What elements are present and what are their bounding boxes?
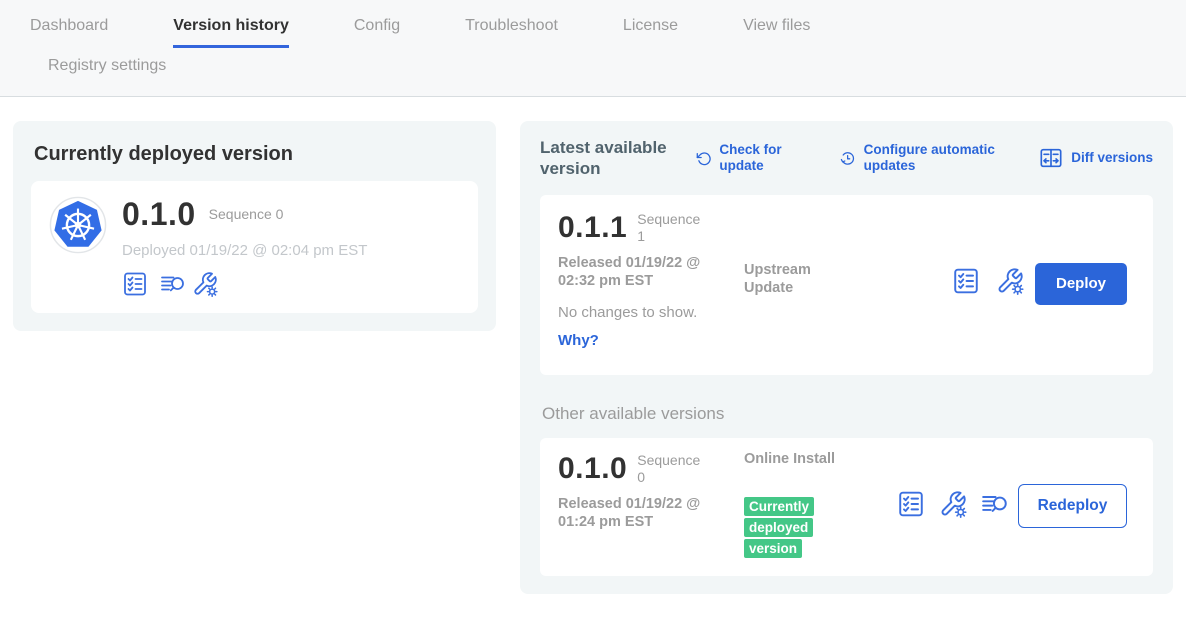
latest-card-actions: [952, 267, 1024, 295]
checklist-icon[interactable]: [122, 271, 148, 297]
panel-header: Latest available version Check for updat…: [540, 137, 1153, 180]
deployed-timestamp: Deployed 01/19/22 @ 02:04 pm EST: [122, 242, 367, 259]
tab-registry-settings[interactable]: Registry settings: [48, 57, 1186, 85]
tab-license[interactable]: License: [623, 17, 678, 48]
kubernetes-logo-icon: [49, 196, 107, 297]
latest-available-panel: Latest available version Check for updat…: [520, 121, 1173, 594]
deployed-version-info: 0.1.0 Sequence 0 Deployed 01/19/22 @ 02:…: [122, 196, 367, 297]
latest-released-timestamp: Released 01/19/22 @ 02:32 pm EST: [558, 254, 720, 292]
latest-version-card: 0.1.1 Sequence 1 Released 01/19/22 @ 02:…: [540, 195, 1153, 375]
diff-versions-link[interactable]: Diff versions: [1039, 146, 1153, 170]
nav-row-2: Registry settings: [30, 57, 1186, 85]
schedule-refresh-icon: [840, 148, 855, 169]
tab-view-files[interactable]: View files: [743, 17, 810, 48]
why-link[interactable]: Why?: [558, 332, 599, 349]
configure-automatic-updates-label: Configure automatic updates: [864, 142, 1000, 174]
panel-actions: Check for update Configure automatic upd…: [696, 142, 1153, 174]
diff-icon: [1039, 146, 1063, 170]
checklist-icon[interactable]: [952, 267, 980, 295]
deployed-version-number: 0.1.0: [122, 196, 196, 233]
checklist-icon[interactable]: [897, 490, 925, 518]
deployed-version-row: 0.1.0 Sequence 0 Deployed 01/19/22 @ 02:…: [31, 181, 478, 313]
install-type-label: Online Install: [744, 450, 836, 469]
tab-troubleshoot[interactable]: Troubleshoot: [465, 17, 558, 48]
view-logs-icon[interactable]: [160, 271, 186, 297]
configure-automatic-updates-link[interactable]: Configure automatic updates: [840, 142, 999, 174]
tab-dashboard[interactable]: Dashboard: [30, 17, 108, 48]
currently-deployed-title: Currently deployed version: [34, 143, 478, 166]
diff-versions-label: Diff versions: [1071, 150, 1153, 166]
other-sequence-label: Sequence 0: [637, 452, 709, 484]
panel-title: Latest available version: [540, 137, 692, 180]
deployed-actions: [122, 271, 367, 297]
tab-version-history[interactable]: Version history: [173, 17, 289, 48]
latest-version-number: 0.1.1: [558, 211, 627, 245]
wrench-gear-icon[interactable]: [192, 271, 218, 297]
other-available-versions-heading: Other available versions: [542, 404, 1153, 424]
other-released-timestamp: Released 01/19/22 @ 01:24 pm EST: [558, 495, 720, 533]
deploy-button[interactable]: Deploy: [1035, 263, 1127, 305]
nav-row-1: Dashboard Version history Config Trouble…: [30, 17, 1186, 48]
wrench-gear-icon[interactable]: [996, 267, 1024, 295]
view-logs-icon[interactable]: [981, 490, 1009, 518]
other-card-actions: [897, 490, 1009, 518]
check-for-update-link[interactable]: Check for update: [696, 142, 800, 174]
latest-sequence-label: Sequence 1: [637, 211, 709, 243]
latest-source-label: Upstream Update: [744, 261, 836, 299]
currently-deployed-card: Currently deployed version 0.1.0 Sequenc…: [13, 121, 496, 331]
check-for-update-label: Check for update: [719, 142, 800, 174]
refresh-icon: [696, 148, 711, 169]
wrench-gear-icon[interactable]: [939, 490, 967, 518]
top-nav: Dashboard Version history Config Trouble…: [0, 0, 1186, 97]
redeploy-button[interactable]: Redeploy: [1018, 484, 1127, 528]
currently-deployed-badge: Currently deployed version: [744, 497, 814, 558]
main-content: Currently deployed version 0.1.0 Sequenc…: [0, 97, 1186, 594]
deployed-sequence-label: Sequence 0: [209, 206, 284, 222]
other-version-card: 0.1.0 Sequence 0 Released 01/19/22 @ 01:…: [540, 438, 1153, 576]
other-version-number: 0.1.0: [558, 452, 627, 486]
no-changes-text: No changes to show.: [558, 304, 1135, 321]
tab-config[interactable]: Config: [354, 17, 400, 48]
currently-deployed-badge-wrap: Currently deployed version: [744, 496, 822, 559]
